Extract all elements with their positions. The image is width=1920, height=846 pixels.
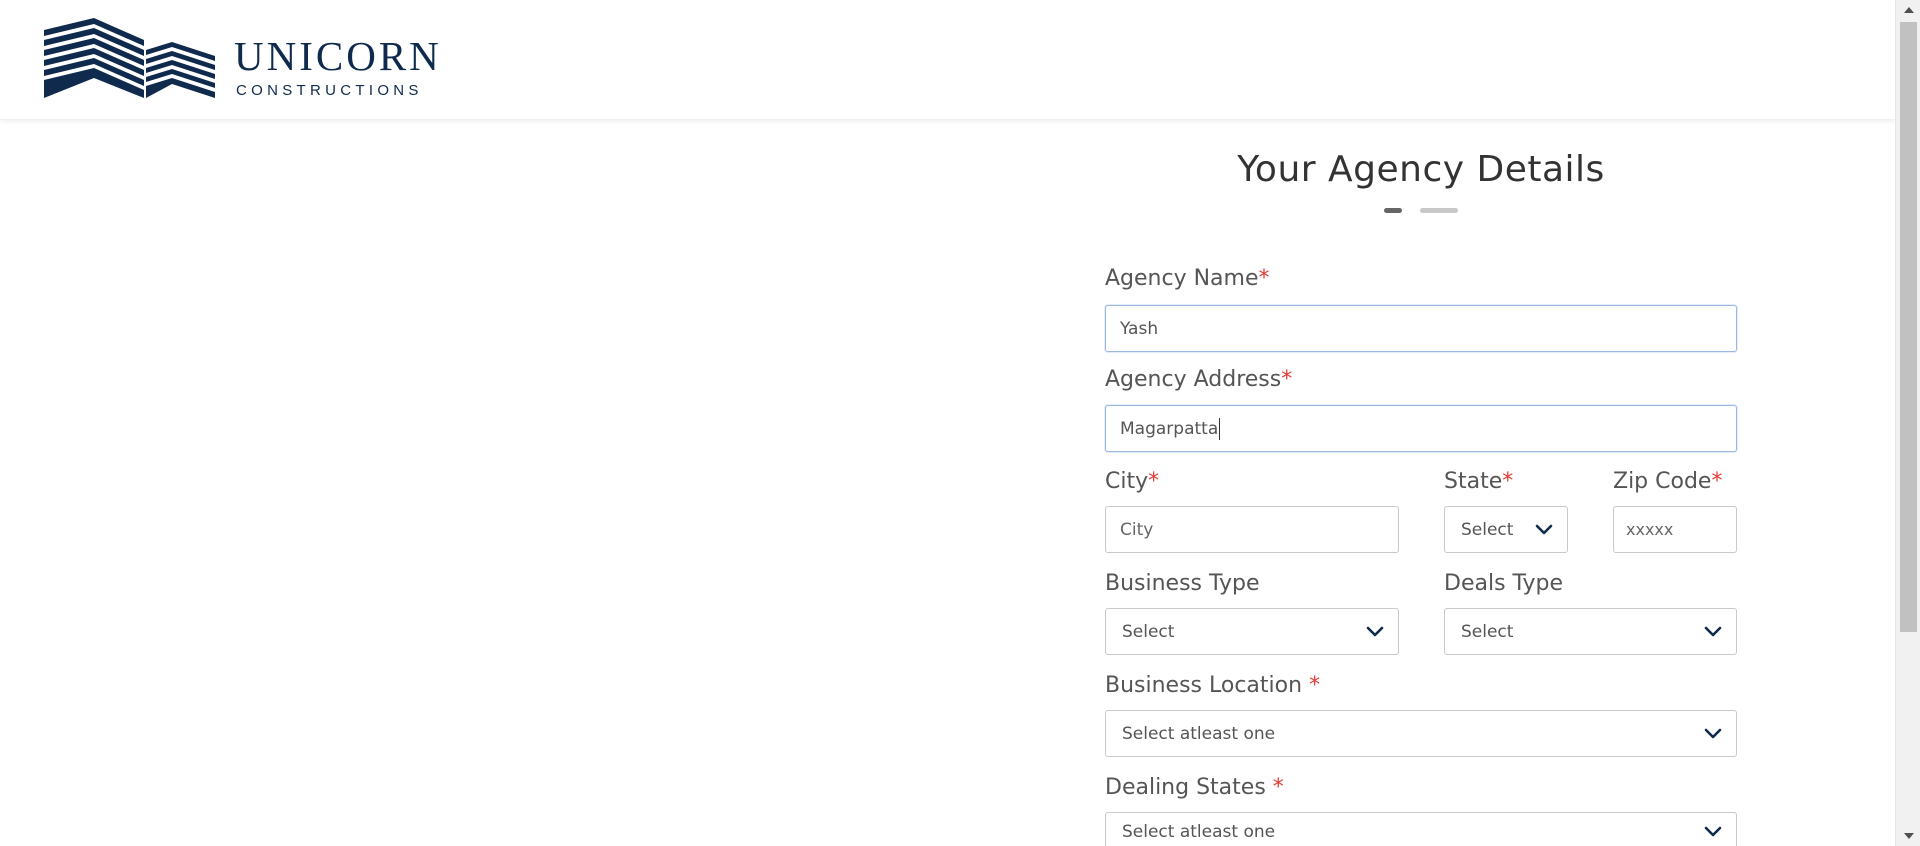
state-selected-value: Select bbox=[1461, 519, 1514, 540]
agency-address-input[interactable]: Magarpatta bbox=[1105, 405, 1737, 452]
deals-type-select[interactable]: Select bbox=[1444, 608, 1737, 655]
scroll-down-arrow-icon[interactable] bbox=[1896, 826, 1920, 846]
state-label-text: State bbox=[1444, 469, 1503, 494]
step-1-indicator bbox=[1384, 208, 1402, 213]
city-label: City* bbox=[1105, 469, 1159, 494]
dealing-states-selected-value: Select atleast one bbox=[1122, 822, 1276, 842]
agency-name-label-text: Agency Name bbox=[1105, 266, 1259, 291]
business-type-selected-value: Select bbox=[1122, 621, 1175, 642]
required-asterisk: * bbox=[1148, 469, 1160, 494]
deals-type-label: Deals Type bbox=[1444, 571, 1563, 596]
required-asterisk: * bbox=[1272, 775, 1284, 800]
deals-type-label-text: Deals Type bbox=[1444, 571, 1564, 596]
dealing-states-label-text: Dealing States bbox=[1105, 775, 1273, 800]
business-type-label-text: Business Type bbox=[1105, 571, 1260, 596]
required-asterisk: * bbox=[1281, 367, 1293, 392]
agency-name-input[interactable]: Yash bbox=[1105, 305, 1737, 352]
agency-address-value: Magarpatta bbox=[1120, 418, 1219, 439]
scrollbar-thumb[interactable] bbox=[1900, 22, 1917, 632]
city-label-text: City bbox=[1105, 469, 1149, 494]
chevron-down-icon bbox=[1704, 728, 1722, 738]
zip-code-label: Zip Code* bbox=[1613, 469, 1722, 494]
form-heading-area: Your Agency Details bbox=[1105, 120, 1737, 213]
business-location-select[interactable]: Select atleast one bbox=[1105, 710, 1737, 757]
business-type-select[interactable]: Select bbox=[1105, 608, 1399, 655]
chevron-down-icon bbox=[1535, 524, 1553, 534]
required-asterisk: * bbox=[1711, 469, 1723, 494]
building-logo-icon bbox=[44, 18, 215, 98]
business-location-label-text: Business Location bbox=[1105, 673, 1310, 698]
state-label: State* bbox=[1444, 469, 1513, 494]
brand-text: UNICORN CONSTRUCTIONS bbox=[234, 33, 442, 100]
required-asterisk: * bbox=[1502, 469, 1514, 494]
chevron-down-icon bbox=[1704, 626, 1722, 636]
chevron-down-icon bbox=[1704, 826, 1722, 837]
step-2-indicator bbox=[1420, 208, 1458, 213]
zip-code-input[interactable]: xxxxx bbox=[1613, 506, 1737, 553]
business-location-label: Business Location * bbox=[1105, 673, 1320, 698]
vertical-scrollbar[interactable] bbox=[1895, 0, 1920, 846]
chevron-down-icon bbox=[1366, 626, 1384, 636]
required-asterisk: * bbox=[1258, 266, 1270, 291]
agency-address-label-text: Agency Address bbox=[1105, 367, 1282, 392]
page-title: Your Agency Details bbox=[1237, 149, 1605, 190]
zip-code-label-text: Zip Code bbox=[1613, 469, 1712, 494]
dealing-states-label: Dealing States * bbox=[1105, 775, 1284, 800]
brand-subtitle: CONSTRUCTIONS bbox=[236, 82, 423, 99]
dealing-states-select[interactable]: Select atleast one bbox=[1105, 812, 1737, 846]
zip-code-placeholder: xxxxx bbox=[1626, 520, 1674, 539]
scroll-up-arrow-icon[interactable] bbox=[1896, 0, 1920, 20]
brand-title: UNICORN bbox=[234, 33, 442, 79]
city-input[interactable]: City bbox=[1105, 506, 1399, 553]
text-cursor bbox=[1219, 417, 1221, 440]
business-type-label: Business Type bbox=[1105, 571, 1260, 596]
site-header: UNICORN CONSTRUCTIONS bbox=[0, 0, 1895, 120]
step-indicator bbox=[1105, 208, 1737, 213]
agency-address-label: Agency Address* bbox=[1105, 367, 1292, 392]
business-location-selected-value: Select atleast one bbox=[1122, 723, 1276, 744]
agency-name-value: Yash bbox=[1120, 318, 1159, 339]
agency-name-label: Agency Name* bbox=[1105, 266, 1270, 291]
required-asterisk: * bbox=[1309, 673, 1321, 698]
city-placeholder: City bbox=[1120, 519, 1154, 540]
brand-logo[interactable]: UNICORN CONSTRUCTIONS bbox=[44, 18, 442, 99]
state-select[interactable]: Select bbox=[1444, 506, 1568, 553]
deals-type-selected-value: Select bbox=[1461, 621, 1514, 642]
